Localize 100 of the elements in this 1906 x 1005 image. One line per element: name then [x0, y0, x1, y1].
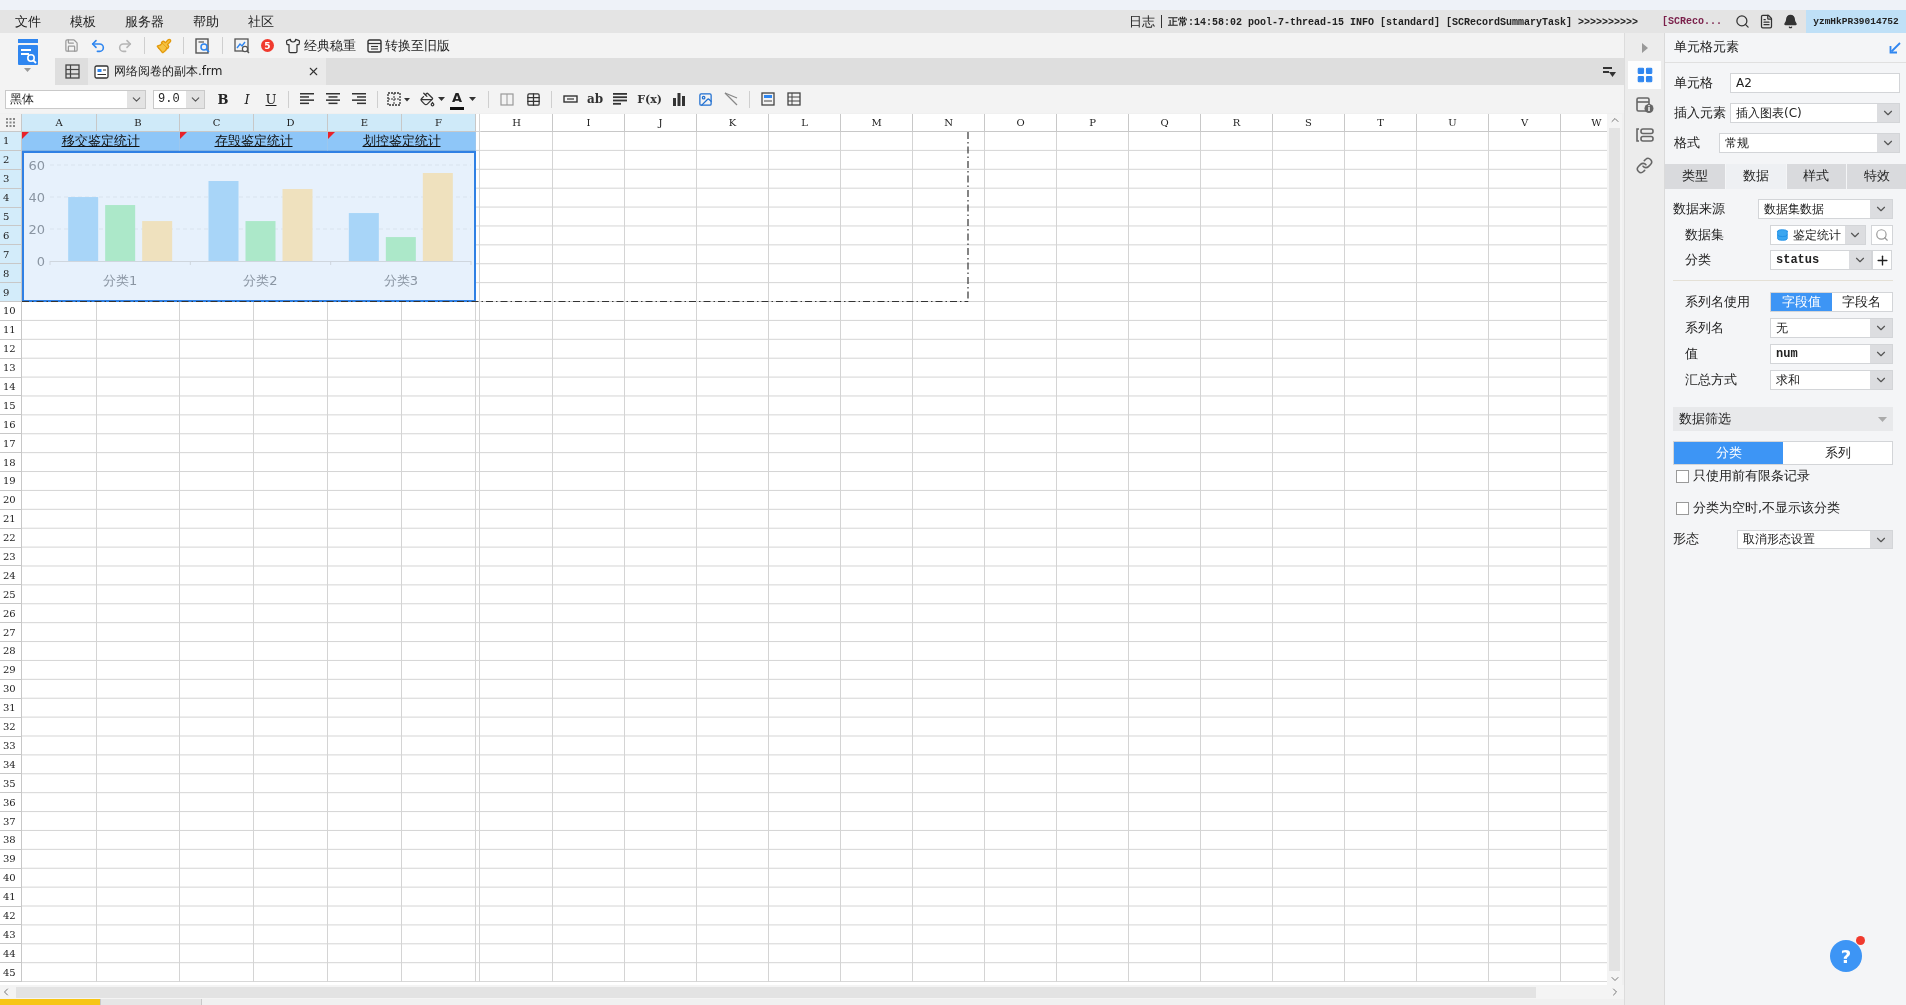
field-label: 值 [1685, 345, 1699, 363]
menu-item[interactable]: 社区 [245, 12, 277, 31]
row-number: 9 [0, 283, 22, 302]
vertical-scrollbar[interactable] [1607, 114, 1622, 985]
font-size-select[interactable]: 9.0 [153, 89, 205, 109]
arrow-down-left-icon[interactable] [1889, 41, 1901, 54]
select-all-corner[interactable] [0, 114, 22, 132]
file-tab[interactable]: 网络阅卷的副本.frm [88, 58, 326, 85]
bell-icon [1782, 14, 1798, 29]
row-number: 18 [0, 453, 22, 473]
dropdown[interactable]: status [1770, 250, 1872, 270]
corner-mark-icon [180, 132, 187, 139]
text-style-button[interactable]: B [212, 88, 234, 110]
caret-icon[interactable] [469, 97, 477, 101]
menu-item[interactable]: 服务器 [122, 12, 167, 31]
redo-icon [117, 37, 133, 54]
filter-section-header[interactable]: 数据筛选 [1673, 407, 1893, 431]
column-header: E [328, 114, 402, 132]
theme-button[interactable]: 经典稳重 [281, 34, 360, 57]
dropdown[interactable]: 插入图表(C) [1730, 103, 1900, 123]
column-header: T [1345, 114, 1417, 132]
row-number: 16 [0, 415, 22, 435]
menu-item[interactable]: 模板 [67, 12, 99, 31]
database-icon [1776, 228, 1789, 242]
window-icon [367, 38, 382, 53]
convert-button[interactable]: 转换至旧版 [363, 34, 454, 57]
report-document-icon[interactable] [16, 38, 39, 66]
column-header: C [180, 114, 254, 132]
column-header: R [1201, 114, 1273, 132]
plus-icon [1874, 252, 1890, 268]
row-number: 44 [0, 944, 22, 964]
panel-tab[interactable]: 数据 [1725, 164, 1786, 189]
header-title: 移交鉴定统计 [61, 131, 140, 150]
text-field[interactable]: A2 [1730, 73, 1900, 93]
row-number: 24 [0, 566, 22, 586]
font-select[interactable]: 黑体 [5, 89, 146, 109]
row-number: 43 [0, 925, 22, 945]
y-axis-label: 0 [36, 254, 45, 269]
chart-bar [105, 204, 136, 261]
dropdown[interactable]: 鉴定统计 [1770, 225, 1866, 245]
font-color-button[interactable]: A [450, 88, 465, 110]
panel-title: 单元格元素 [1674, 39, 1739, 56]
menu-item[interactable]: 帮助 [190, 12, 222, 31]
row-number: 26 [0, 604, 22, 624]
list-dropdown-icon [1603, 65, 1616, 78]
checkbox[interactable] [1676, 501, 1689, 515]
panel-tab[interactable]: 类型 [1665, 164, 1725, 189]
category-label: 分类1 [103, 273, 138, 288]
column-header: B [97, 114, 180, 132]
field-label: 形态 [1673, 531, 1700, 548]
dropdown[interactable]: 取消形态设置 [1737, 530, 1893, 549]
dropdown[interactable]: 无 [1770, 318, 1893, 338]
row-number: 6 [0, 226, 22, 246]
document-search-icon [195, 37, 211, 54]
field-label: 汇总方式 [1685, 371, 1738, 389]
dropdown[interactable]: num [1770, 344, 1893, 364]
dropdown[interactable]: 求和 [1770, 370, 1893, 390]
horizontal-scrollbar[interactable] [0, 985, 1624, 999]
column-header: U [1417, 114, 1489, 132]
menu-item[interactable]: 文件 [12, 12, 44, 31]
panel-tab[interactable]: 样式 [1786, 164, 1847, 189]
row-number: 34 [0, 755, 22, 775]
paragraph-lines-icon [613, 92, 628, 106]
caret-icon [437, 97, 445, 101]
column-header: D [254, 114, 328, 132]
text-button[interactable]: ab [584, 88, 607, 110]
field-label: 数据集 [1685, 226, 1725, 244]
header-title: 划控鉴定统计 [362, 131, 441, 150]
row-number: 8 [0, 264, 22, 284]
triangle-right-icon [1641, 43, 1648, 53]
log-label: 日志 [1128, 12, 1155, 31]
panel-menu-button[interactable] [1603, 65, 1616, 78]
column-header: V [1489, 114, 1561, 132]
column-header: L [769, 114, 841, 132]
y-axis-label: 60 [28, 157, 45, 173]
side-tab[interactable] [1628, 61, 1661, 89]
table-info-icon [1635, 96, 1654, 114]
add-button[interactable] [1872, 250, 1892, 270]
column-header: H [481, 114, 553, 132]
column-header: Q [1129, 114, 1201, 132]
dropdown[interactable]: 常规 [1719, 133, 1900, 153]
row-number: 15 [0, 396, 22, 416]
triangle-down-icon [1878, 416, 1887, 422]
panel-tab[interactable]: 特效 [1847, 164, 1906, 189]
close-button[interactable] [307, 65, 320, 78]
text-style-button[interactable]: U [260, 88, 282, 110]
dropdown[interactable]: 数据集数据 [1758, 199, 1893, 219]
image-icon [697, 91, 713, 107]
text-style-button[interactable]: I [236, 88, 258, 110]
field-label: 格式 [1674, 134, 1701, 152]
text-align-icon [352, 93, 366, 105]
row-number: 36 [0, 793, 22, 813]
checkbox[interactable] [1676, 469, 1689, 483]
formula-button[interactable]: F(x) [634, 88, 665, 110]
header-title: 存毁鉴定统计 [214, 131, 293, 150]
notification-badge: 5 [261, 39, 274, 52]
bar-chart-icon [672, 92, 686, 106]
search-icon [1875, 228, 1889, 242]
border-grid-icon [387, 92, 411, 106]
row-number: 17 [0, 434, 22, 454]
